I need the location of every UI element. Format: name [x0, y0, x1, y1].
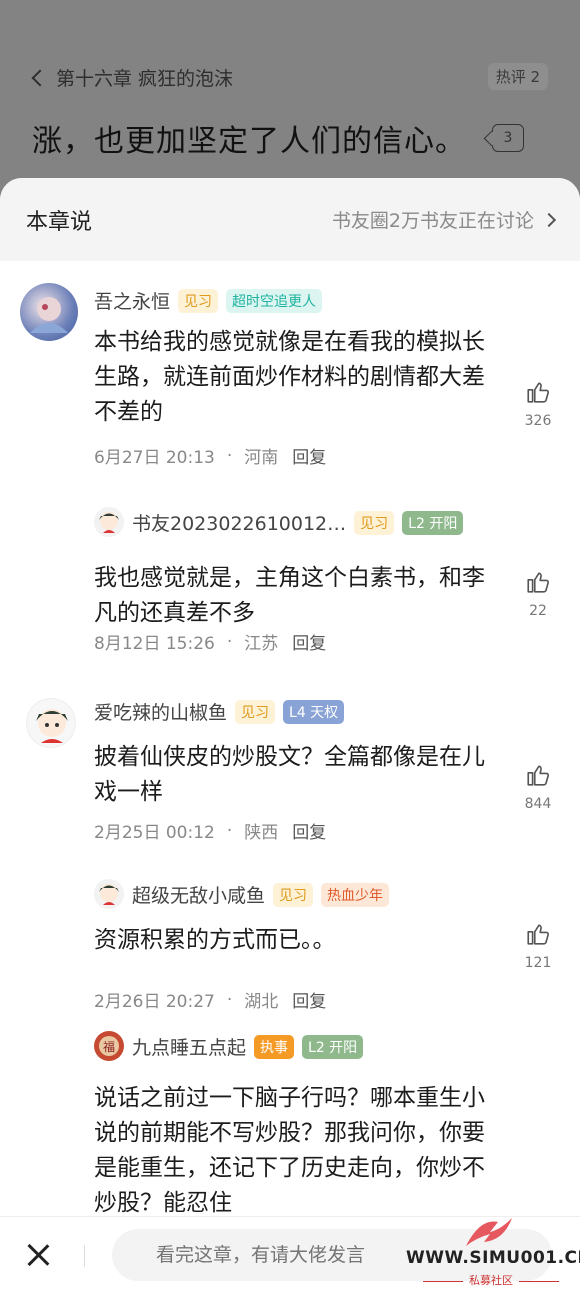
comment-time: 2月26日 20:27 — [94, 992, 215, 1012]
chapter-comments-sheet: 本章说 书友圈2万书友正在讨论 吾之永恒 见习 超时空追更人 本书给我的感觉就像… — [0, 178, 580, 1293]
level-tag: 见习 — [273, 882, 314, 907]
reply-button[interactable]: 回复 — [292, 629, 326, 654]
level-tag: 执事 — [254, 1034, 295, 1059]
comment-text: 说话之前过一下脑子行吗？哪本重生小说的前期能不写炒股？那我问你，你要是能重生，还… — [94, 1085, 485, 1216]
divider — [84, 1245, 85, 1267]
like-count: 121 — [524, 955, 552, 971]
sheet-header: 本章说 书友圈2万书友正在讨论 — [0, 178, 580, 261]
level-tag: 见习 — [354, 510, 395, 535]
comment-author-row: 爱吃辣的山椒鱼 见习 L4 天权 — [94, 698, 345, 725]
reply-button[interactable]: 回复 — [292, 443, 326, 468]
hot-comments-pill[interactable]: 热评 2 — [487, 63, 548, 90]
title-tag: L2 开阳 — [302, 1034, 364, 1059]
back-chevron-icon[interactable] — [31, 69, 49, 87]
thumbs-up-icon — [527, 924, 550, 945]
avatar-face-icon — [99, 884, 119, 905]
meta-separator: · — [226, 820, 233, 841]
like-button[interactable]: 844 — [520, 762, 556, 812]
comment-author-row: 超级无敌小咸鱼 见习 热血少年 — [132, 881, 390, 908]
paragraph-comment-bubble[interactable]: 3 — [492, 124, 524, 152]
watermark-site: WWW.SIMU001.CN — [406, 1248, 580, 1268]
like-button[interactable]: 22 — [520, 569, 556, 619]
comment-text: 我也感觉就是，主角这个白素书，和李凡的还真差不多 — [94, 565, 485, 626]
discussion-link[interactable]: 书友圈2万书友正在讨论 — [331, 206, 557, 233]
comment-list: 吾之永恒 见习 超时空追更人 本书给我的感觉就像是在看我的模拟长生路，就连前面炒… — [0, 261, 580, 1267]
sheet-title: 本章说 — [26, 209, 93, 235]
chevron-right-icon — [541, 212, 557, 227]
level-tag: 见习 — [178, 288, 219, 313]
reader-background: 第十六章 疯狂的泡沫 热评 2 涨，也更加坚定了人们的信心。 3 — [0, 0, 580, 200]
comment-meta: 2月26日 20:27 · 湖北 回复 — [94, 987, 326, 1013]
comment-meta: 6月27日 20:13 · 河南 回复 — [94, 443, 326, 469]
avatar[interactable] — [26, 698, 76, 748]
comment-time: 2月25日 00:12 — [94, 823, 215, 843]
username[interactable]: 九点睡五点起 — [132, 1033, 246, 1060]
avatar[interactable] — [20, 283, 78, 341]
chapter-title: 第十六章 疯狂的泡沫 — [56, 68, 234, 90]
title-tag: L2 开阳 — [402, 510, 464, 535]
avatar[interactable]: 福 — [94, 1031, 124, 1061]
watermark-logo-icon — [466, 1218, 512, 1246]
discussion-link-label: 书友圈2万书友正在讨论 — [331, 210, 534, 232]
title-tag: 超时空追更人 — [226, 288, 323, 313]
reply-button[interactable]: 回复 — [292, 987, 326, 1012]
watermark-sub: 私募社区 — [402, 1272, 580, 1288]
like-button[interactable]: 121 — [520, 921, 556, 971]
watermark: WWW.SIMU001.CN 私募社区 — [402, 1212, 580, 1293]
thumbs-up-icon — [527, 765, 550, 786]
username[interactable]: 书友2023022610012… — [132, 509, 346, 536]
like-button[interactable]: 326 — [520, 379, 556, 429]
comment-author-row: 九点睡五点起 执事 L2 开阳 — [132, 1033, 364, 1060]
comment-meta: 2月25日 00:12 · 陕西 回复 — [94, 818, 326, 844]
title-tag: L4 天权 — [283, 699, 345, 724]
meta-separator: · — [226, 445, 233, 466]
bubble-count: 3 — [503, 130, 513, 146]
comment-time: 6月27日 20:13 — [94, 448, 215, 468]
comment-location: 陕西 — [244, 823, 279, 843]
meta-separator: · — [226, 989, 233, 1010]
comment-location: 河南 — [244, 448, 279, 468]
close-icon[interactable] — [26, 1243, 50, 1267]
username[interactable]: 爱吃辣的山椒鱼 — [94, 698, 227, 725]
like-count: 844 — [524, 796, 552, 812]
avatar-face-icon — [99, 512, 119, 533]
comment-meta: 8月12日 15:26 · 江苏 回复 — [94, 629, 326, 655]
like-count: 22 — [529, 603, 547, 619]
thumbs-up-icon — [527, 572, 550, 593]
level-tag: 见习 — [235, 699, 276, 724]
title-tag: 热血少年 — [321, 882, 390, 907]
comment-time: 8月12日 15:26 — [94, 634, 215, 654]
avatar[interactable] — [94, 507, 124, 537]
username[interactable]: 超级无敌小咸鱼 — [132, 881, 265, 908]
avatar[interactable] — [94, 879, 124, 909]
meta-separator: · — [226, 631, 233, 652]
comment-author-row: 书友2023022610012… 见习 L2 开阳 — [132, 509, 464, 536]
avatar-seal-icon: 福 — [99, 1036, 119, 1056]
comment-text: 资源积累的方式而已。。 — [94, 927, 336, 953]
comment-text: 本书给我的感觉就像是在看我的模拟长生路，就连前面炒作材料的剧情都大差不差的 — [94, 329, 485, 425]
comment-text: 披着仙侠皮的炒股文？全篇都像是在儿戏一样 — [94, 744, 485, 805]
comment-location: 江苏 — [244, 634, 279, 654]
reply-button[interactable]: 回复 — [292, 818, 326, 843]
avatar-art-icon — [30, 297, 68, 333]
avatar-face-icon — [36, 709, 68, 743]
chapter-back-link[interactable]: 第十六章 疯狂的泡沫 — [31, 64, 234, 91]
comment-location: 湖北 — [244, 992, 279, 1012]
thumbs-up-icon — [527, 382, 550, 403]
username[interactable]: 吾之永恒 — [94, 287, 170, 314]
svg-text:福: 福 — [103, 1039, 115, 1054]
like-count: 326 — [524, 413, 552, 429]
reader-text-line: 涨，也更加坚定了人们的信心。 — [32, 124, 466, 159]
comment-author-row: 吾之永恒 见习 超时空追更人 — [94, 287, 323, 314]
